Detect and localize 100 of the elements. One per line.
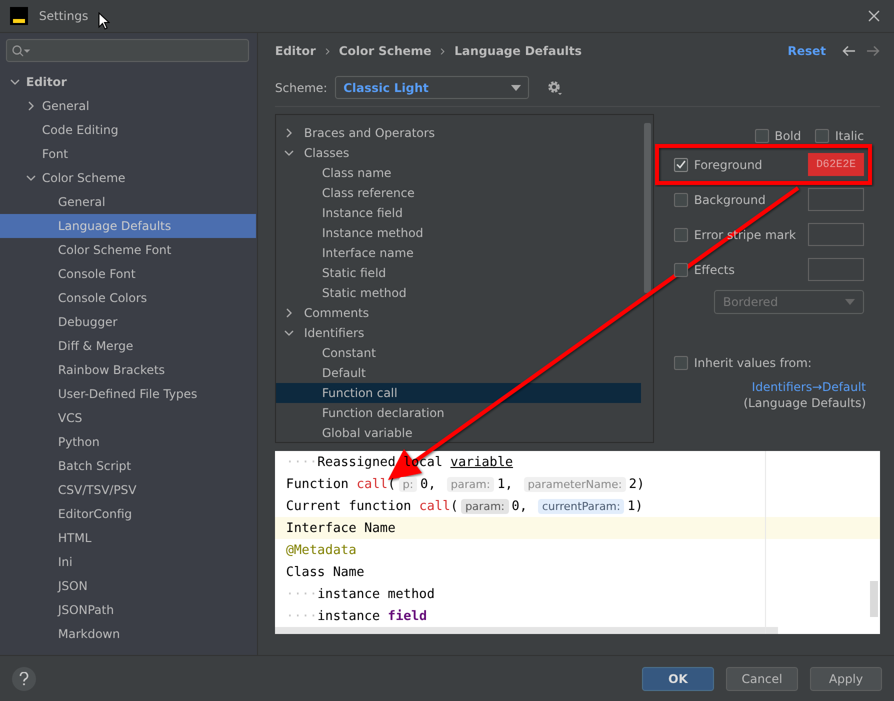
scrollbar[interactable] xyxy=(870,581,878,617)
dialog-button[interactable]: Cancel xyxy=(726,666,798,690)
whitespace-marker: ···· xyxy=(286,586,318,602)
annotation-text: @Metadata xyxy=(286,542,356,558)
code-text: ( xyxy=(388,476,396,492)
tree-item[interactable]: Editor xyxy=(0,70,257,94)
tree-item[interactable]: Constant xyxy=(276,343,641,363)
reset-link[interactable]: Reset xyxy=(788,44,826,58)
tree-item[interactable]: Diff & Merge xyxy=(0,334,257,358)
search-icon xyxy=(12,44,30,56)
question-mark-icon xyxy=(19,672,29,686)
function-call-text: call xyxy=(419,498,450,514)
chevron-down-icon[interactable] xyxy=(284,148,294,158)
code-text: Current function xyxy=(286,498,412,514)
tree-item[interactable]: Console Colors xyxy=(0,286,257,310)
tree-item[interactable]: Class name xyxy=(276,163,641,183)
checkbox[interactable] xyxy=(674,228,688,242)
checkbox[interactable] xyxy=(674,356,688,370)
tree-item[interactable]: Default xyxy=(276,363,641,383)
checkbox[interactable] xyxy=(674,192,688,206)
tree-item[interactable]: Python xyxy=(0,430,257,454)
search-field[interactable] xyxy=(6,39,249,62)
close-icon[interactable] xyxy=(868,10,880,22)
breadcrumb-separator-icon xyxy=(324,48,331,54)
tree-item[interactable]: Class reference xyxy=(276,183,641,203)
checkbox-label: Bold xyxy=(774,129,802,143)
tree-item[interactable]: Markdown xyxy=(0,622,257,646)
tree-item[interactable]: Color Scheme xyxy=(0,166,257,190)
tree-item[interactable]: Braces and Operators xyxy=(276,123,641,143)
chevron-right-icon[interactable] xyxy=(284,128,294,138)
tree-item[interactable]: General xyxy=(0,94,257,118)
chevron-down-icon[interactable] xyxy=(10,77,20,87)
tree-item[interactable]: Ini xyxy=(0,550,257,574)
tree-item[interactable]: EditorConfig xyxy=(0,502,257,526)
checkbox[interactable] xyxy=(674,262,688,276)
checkbox-label: Background xyxy=(694,192,766,206)
tree-item[interactable]: Batch Script xyxy=(0,454,257,478)
code-text: 1, xyxy=(497,476,514,492)
tree-item[interactable]: Debugger xyxy=(0,310,257,334)
tree-item[interactable]: Interface name xyxy=(276,243,641,263)
tree-item[interactable]: Console Font xyxy=(0,262,257,286)
forward-arrow-icon[interactable] xyxy=(866,45,880,57)
tree-item[interactable]: JSONPath xyxy=(0,598,257,622)
color-swatch[interactable] xyxy=(808,223,864,246)
window-title: Settings xyxy=(39,9,88,23)
tree-item[interactable]: Static field xyxy=(276,263,641,283)
code-text: Function xyxy=(286,476,350,492)
checkbox[interactable] xyxy=(815,129,830,143)
code-text: instance xyxy=(317,608,381,624)
tree-item[interactable]: Identifiers xyxy=(276,323,641,343)
tree-item[interactable]: General xyxy=(0,190,257,214)
whitespace-marker: ···· xyxy=(286,454,318,470)
tree-item[interactable]: CSV/TSV/PSV xyxy=(0,478,257,502)
chevron-right-icon[interactable] xyxy=(26,101,36,111)
gear-icon[interactable] xyxy=(547,80,564,96)
color-swatch[interactable] xyxy=(808,258,864,281)
tree-item[interactable]: Color Scheme Font xyxy=(0,238,257,262)
tree-item[interactable]: JSON xyxy=(0,574,257,598)
back-arrow-icon[interactable] xyxy=(842,45,856,57)
code-text: ( xyxy=(450,498,458,514)
tree-item[interactable]: Code Editing xyxy=(0,118,257,142)
color-swatch[interactable] xyxy=(808,188,864,211)
breadcrumb-item[interactable]: Language Defaults xyxy=(454,44,582,58)
tree-item[interactable]: Language Defaults xyxy=(0,214,256,238)
code-text: 0, xyxy=(512,498,528,514)
code-text: instance method xyxy=(317,586,435,602)
help-button[interactable] xyxy=(12,666,36,690)
tree-item[interactable]: Rainbow Brackets xyxy=(0,358,257,382)
inherit-source-note: (Language Defaults) xyxy=(744,396,866,410)
tree-item[interactable]: Function call xyxy=(276,383,641,403)
checkbox[interactable] xyxy=(674,158,688,172)
breadcrumb-separator-icon xyxy=(439,48,446,54)
chevron-down-icon[interactable] xyxy=(284,328,294,338)
tree-item[interactable]: Static method xyxy=(276,283,641,303)
tree-item[interactable]: HTML xyxy=(0,526,257,550)
checkbox-label: Effects xyxy=(694,262,735,276)
dialog-button[interactable]: OK xyxy=(642,666,714,690)
breadcrumb-item[interactable]: Color Scheme xyxy=(338,44,432,58)
dialog-button[interactable]: Apply xyxy=(810,666,882,690)
tree-item[interactable]: Classes xyxy=(276,143,641,163)
tree-item[interactable]: Comments xyxy=(276,303,641,323)
inherit-source-link[interactable]: Identifiers→Default xyxy=(752,380,866,394)
breadcrumb-item[interactable]: Editor xyxy=(275,44,316,58)
checkbox[interactable] xyxy=(754,129,769,143)
scrollbar[interactable] xyxy=(644,123,651,293)
tree-item[interactable]: Function declaration xyxy=(276,403,641,423)
function-call-text: call xyxy=(356,476,388,492)
tree-item[interactable]: Font xyxy=(0,142,257,166)
chevron-right-icon[interactable] xyxy=(284,308,294,318)
tree-item[interactable]: User-Defined File Types xyxy=(0,382,257,406)
code-text: 1) xyxy=(627,498,644,514)
parameter-hint: p: xyxy=(398,476,418,492)
tree-item[interactable]: Global variable xyxy=(276,423,641,442)
scheme-dropdown[interactable]: Classic Light xyxy=(335,76,530,99)
tree-item[interactable]: Instance field xyxy=(276,203,641,223)
tree-item[interactable]: Instance method xyxy=(276,223,641,243)
chevron-down-icon[interactable] xyxy=(26,173,36,183)
tree-item[interactable]: VCS xyxy=(0,406,257,430)
code-text: variable xyxy=(450,454,513,470)
code-text: Interface Name xyxy=(286,520,396,536)
